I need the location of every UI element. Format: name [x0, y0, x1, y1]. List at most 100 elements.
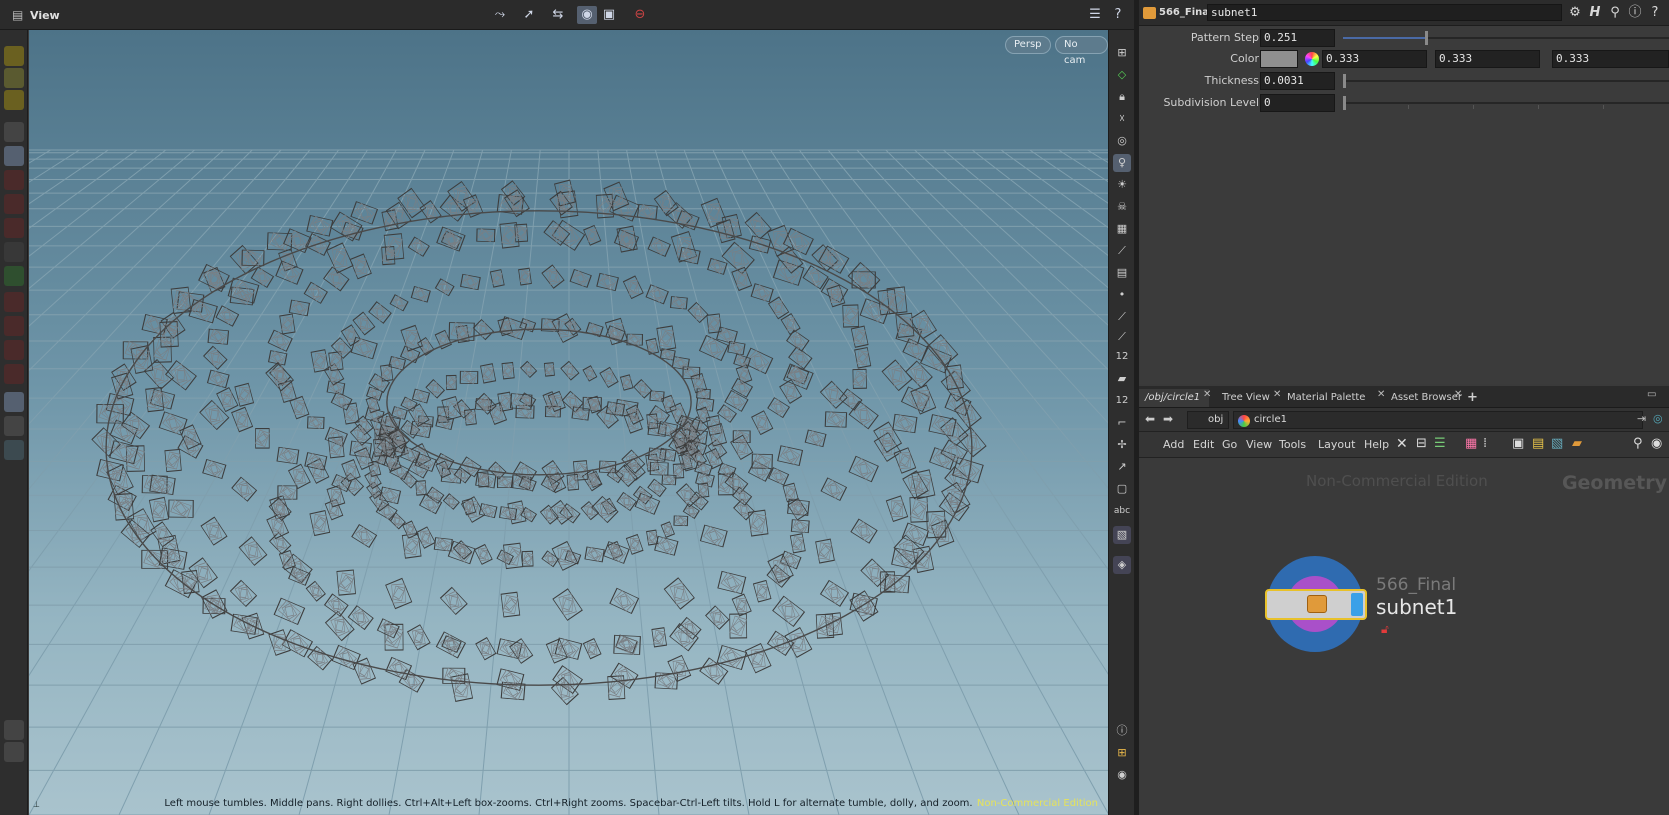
lock-icon[interactable]: [4, 146, 24, 166]
menu-view[interactable]: View: [1246, 438, 1272, 451]
tab-tree-view[interactable]: Tree View: [1216, 389, 1276, 407]
gear-icon[interactable]: ⚙: [1566, 4, 1584, 22]
sculpt-tool-icon[interactable]: [4, 46, 24, 66]
menu-add[interactable]: Add: [1163, 438, 1184, 451]
snapshot-view-icon[interactable]: ▧: [1113, 526, 1131, 544]
search-icon[interactable]: ⚲: [1633, 436, 1643, 451]
color-palette-icon[interactable]: ▦: [1465, 436, 1477, 451]
stop-icon[interactable]: ⊖: [630, 6, 650, 24]
ghost-icon[interactable]: ☓: [1113, 110, 1131, 128]
skeleton-icon[interactable]: ☠: [1113, 198, 1131, 216]
wire-icon[interactable]: ⟋: [1113, 242, 1131, 260]
search-icon[interactable]: ⚲: [1606, 4, 1624, 22]
pattern-step-field[interactable]: 0.251: [1260, 29, 1335, 47]
back-arrow-icon[interactable]: ⬅: [1145, 412, 1155, 426]
tab-material-palette[interactable]: Material Palette: [1281, 389, 1371, 407]
info-icon[interactable]: ⓘ: [1113, 722, 1131, 740]
magnet-icon[interactable]: [4, 364, 24, 384]
path-current-node[interactable]: circle1: [1233, 411, 1643, 429]
light-tool-icon[interactable]: [4, 440, 24, 460]
subdivision-slider[interactable]: [1343, 96, 1669, 110]
color-r-field[interactable]: 0.333: [1322, 50, 1427, 68]
list-view-icon[interactable]: ☰: [1434, 436, 1446, 451]
color-wheel-icon[interactable]: [1305, 52, 1319, 66]
houdini-help-icon[interactable]: H: [1586, 4, 1604, 22]
link-icon[interactable]: ◎: [1653, 412, 1663, 425]
menu-edit[interactable]: Edit: [1193, 438, 1214, 451]
rotate-tool-icon[interactable]: [4, 194, 24, 214]
info-icon[interactable]: ⓘ: [1626, 4, 1644, 22]
color-swatch[interactable]: [1260, 50, 1298, 68]
forward-arrow-icon[interactable]: ➡: [1163, 412, 1173, 426]
thickness-field[interactable]: 0.0031: [1260, 72, 1335, 90]
select-tool-icon[interactable]: ➚: [519, 6, 539, 24]
display-flag[interactable]: [1351, 593, 1363, 616]
camera-menu[interactable]: Persp: [1005, 36, 1051, 54]
normal-display-icon[interactable]: ⟋: [1113, 308, 1131, 326]
point-display-icon[interactable]: •: [1113, 286, 1131, 304]
text-display-icon[interactable]: abc: [1113, 502, 1131, 520]
snap-point-icon[interactable]: [4, 340, 24, 360]
transform-tool-icon[interactable]: ⇆: [548, 6, 568, 24]
select-arrow-icon[interactable]: [4, 122, 24, 142]
visibility-eye-icon[interactable]: ◉: [1113, 766, 1131, 784]
point-number-icon[interactable]: 12: [1113, 348, 1131, 366]
snapshot-icon[interactable]: ▣: [599, 6, 619, 24]
render-region-icon[interactable]: [4, 416, 24, 436]
handle-tool-icon[interactable]: [4, 266, 24, 286]
quad-view-icon[interactable]: ⊞: [1113, 744, 1131, 762]
scale-tool-icon[interactable]: [4, 218, 24, 238]
tab-obj-circle1[interactable]: /obj/circle1: [1139, 389, 1209, 407]
bounding-box-icon[interactable]: ▢: [1113, 480, 1131, 498]
tumble-tool-icon[interactable]: ⤳: [490, 6, 510, 24]
color-b-field[interactable]: 0.333: [1552, 50, 1669, 68]
no-cam-menu[interactable]: No cam: [1055, 36, 1108, 66]
help-icon[interactable]: ?: [1646, 4, 1664, 22]
layout-icon[interactable]: ☰: [1085, 6, 1105, 24]
color-g-field[interactable]: 0.333: [1435, 50, 1540, 68]
grid-points-icon[interactable]: ⁞: [1483, 436, 1487, 451]
thickness-slider[interactable]: [1343, 74, 1669, 88]
pin-icon[interactable]: ⇥: [1637, 412, 1646, 425]
move-tool-icon[interactable]: [4, 170, 24, 190]
background-icon[interactable]: ▤: [1113, 264, 1131, 282]
grid-toggle-icon[interactable]: ⊞: [1113, 44, 1131, 62]
add-tab-button[interactable]: +: [1461, 389, 1484, 407]
close-tab-icon[interactable]: ✕: [1203, 389, 1211, 400]
paint-tool-icon[interactable]: [4, 68, 24, 88]
camera-view-icon[interactable]: [4, 742, 24, 762]
menu-go[interactable]: Go: [1222, 438, 1237, 451]
hull-icon[interactable]: ▰: [1113, 370, 1131, 388]
pin-tool-icon[interactable]: [4, 720, 24, 740]
scene-viewport[interactable]: Persp No cam Left mouse tumbles. Middle …: [29, 30, 1108, 815]
vector-icon[interactable]: ↗: [1113, 458, 1131, 476]
brush-tool-icon[interactable]: [4, 90, 24, 110]
subnet-node[interactable]: [1265, 589, 1367, 620]
camera-tool-icon[interactable]: [4, 392, 24, 412]
asset-icon[interactable]: ▰: [1572, 436, 1582, 451]
unlock-icon[interactable]: 🔓︎: [1381, 622, 1393, 636]
ortho-grid-icon[interactable]: ◇: [1113, 66, 1131, 84]
slider-handle[interactable]: [1343, 96, 1346, 110]
handle-visibility-icon[interactable]: ◈: [1113, 556, 1131, 574]
texture-icon[interactable]: ▦: [1113, 220, 1131, 238]
menu-tools[interactable]: Tools: [1279, 438, 1306, 451]
prim-number-icon[interactable]: 12: [1113, 392, 1131, 410]
pane-menu-icon[interactable]: ▭: [1647, 389, 1656, 400]
uv-icon[interactable]: ✢: [1113, 436, 1131, 454]
lock-camera-icon[interactable]: 🔒︎: [1113, 88, 1131, 106]
menu-help[interactable]: Help: [1364, 438, 1389, 451]
slider-handle[interactable]: [1424, 31, 1428, 45]
pattern-step-slider[interactable]: [1343, 31, 1669, 45]
network-box-icon[interactable]: ▣: [1512, 436, 1524, 451]
curve-icon[interactable]: ⌐: [1113, 414, 1131, 432]
sticky-note-icon[interactable]: ▤: [1532, 436, 1544, 451]
snap-grid-icon[interactable]: [4, 292, 24, 312]
tree-layout-icon[interactable]: ⊟: [1416, 436, 1427, 451]
help-icon[interactable]: ?: [1108, 6, 1128, 24]
viewer-menu-icon[interactable]: ▤: [12, 8, 26, 22]
network-canvas[interactable]: Non-Commercial Edition Geometry 566_Fina…: [1139, 458, 1669, 815]
wrench-icon[interactable]: ✕: [1396, 436, 1408, 452]
slider-handle[interactable]: [1343, 74, 1346, 88]
snap-curve-icon[interactable]: [4, 316, 24, 336]
